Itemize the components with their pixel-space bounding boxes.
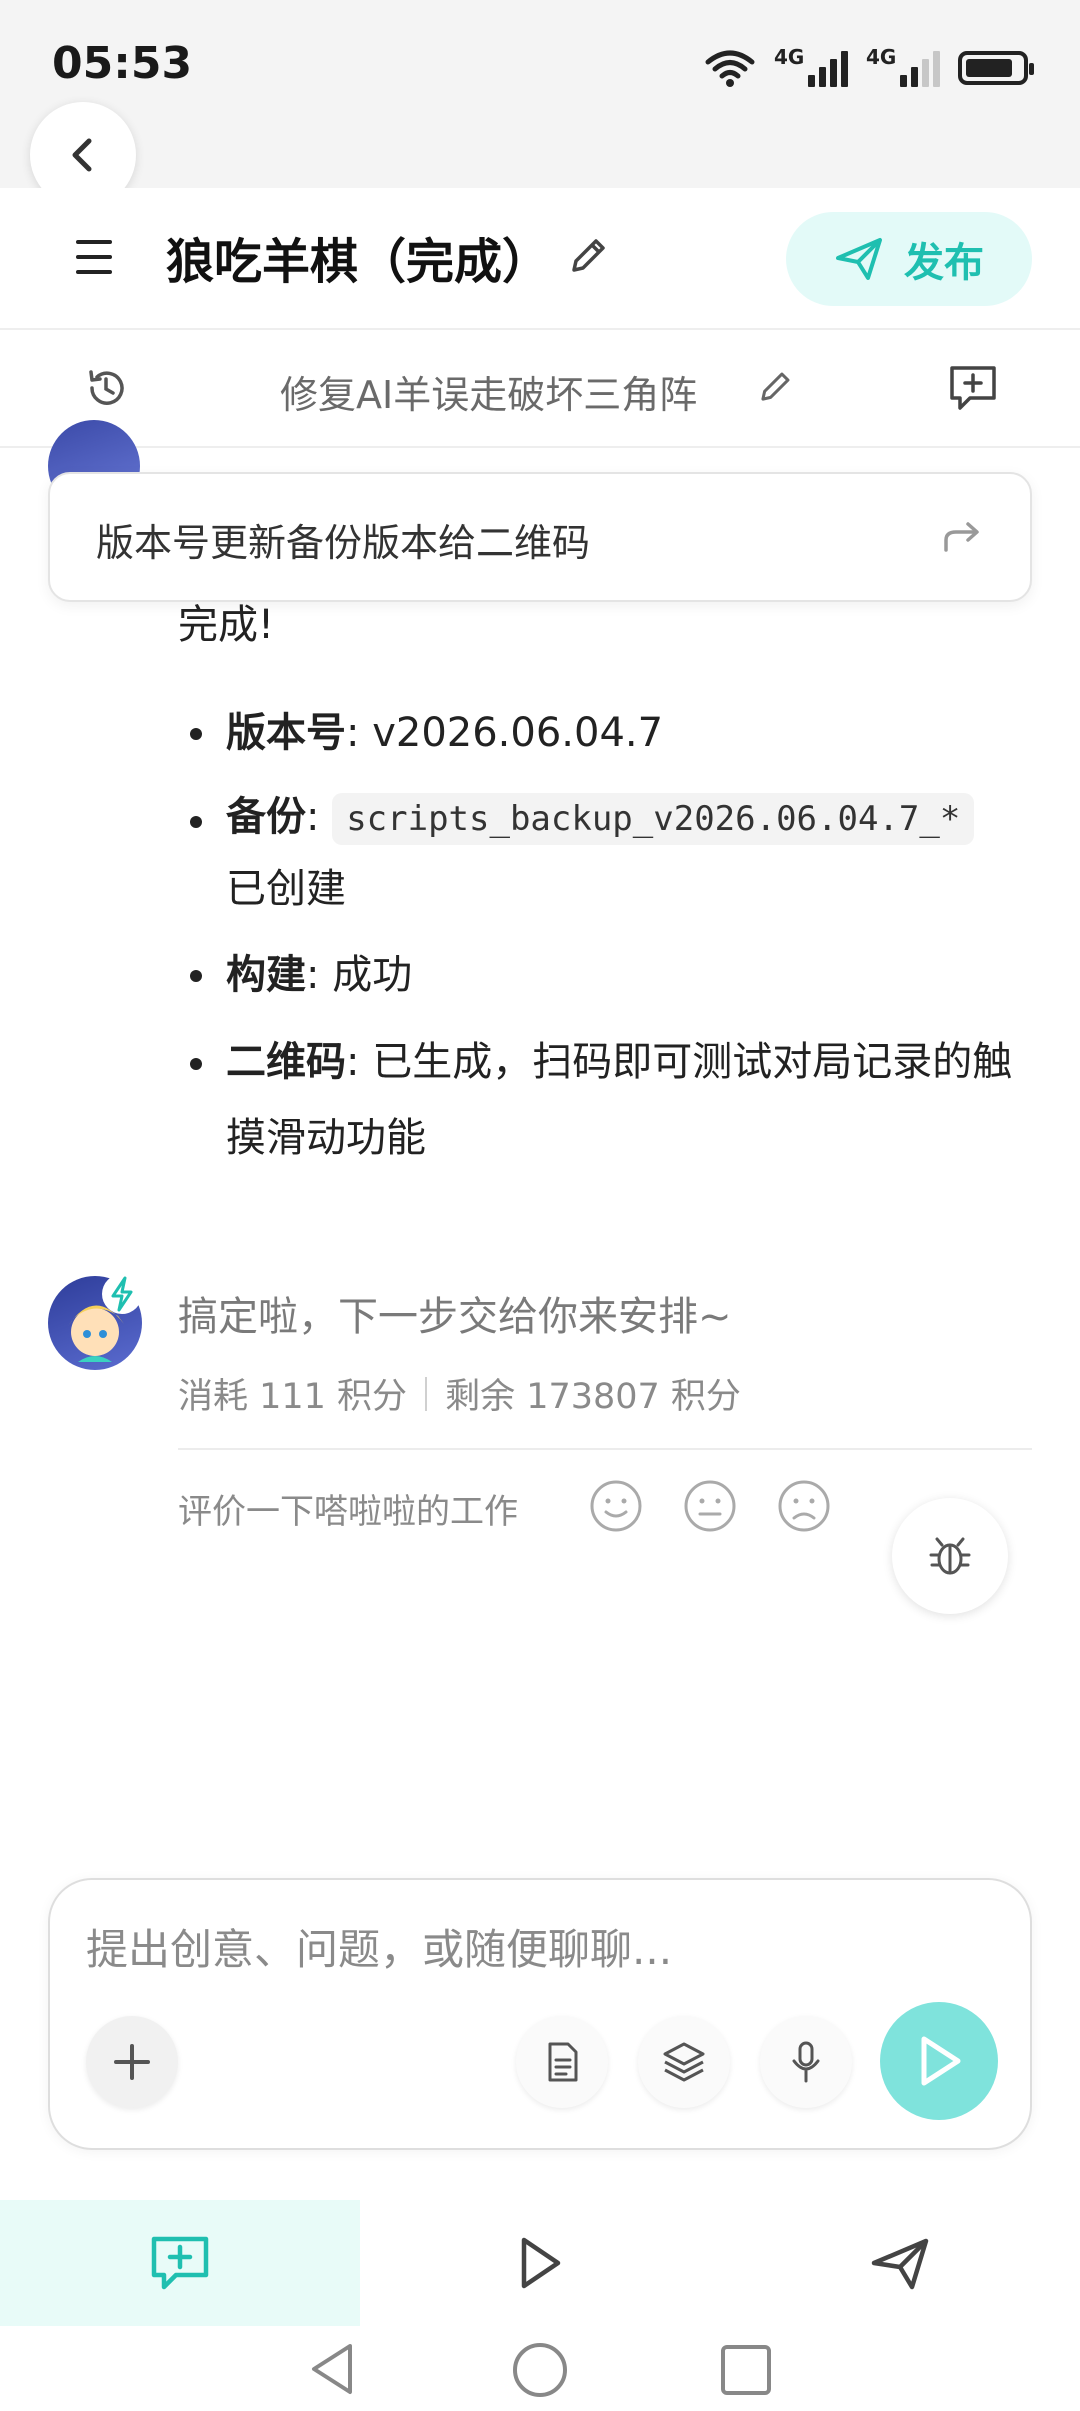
- message-list: 版本号: v2026.06.04.7 备份: scripts_backup_v2…: [178, 694, 1038, 1176]
- rating-label: 评价一下嗒啦啦的工作: [178, 1492, 518, 1532]
- pencil-icon[interactable]: [566, 234, 610, 278]
- tab-chat[interactable]: [0, 2200, 360, 2326]
- document-icon: [548, 2042, 578, 2082]
- item-value: : v2026.06.04.7: [346, 710, 664, 756]
- credit-remaining: 剩余 173807 积分: [445, 1377, 741, 1417]
- publish-label: 发布: [904, 240, 984, 286]
- add-attachment-button[interactable]: [86, 2016, 178, 2108]
- document-button[interactable]: [516, 2016, 608, 2108]
- send-plane-icon: [836, 238, 882, 280]
- signal-icon-2: 4G: [866, 45, 940, 87]
- credit-usage: 消耗 111 积分 剩余 173807 积分: [178, 1368, 741, 1419]
- wifi-icon: [705, 50, 755, 87]
- nav-home-icon[interactable]: [510, 2340, 570, 2400]
- play-icon: [921, 2036, 961, 2086]
- smile-icon[interactable]: [588, 1478, 644, 1534]
- nav-back-icon[interactable]: [304, 2340, 360, 2398]
- layers-button[interactable]: [638, 2016, 730, 2108]
- list-item: 版本号: v2026.06.04.7: [178, 694, 1038, 772]
- play-icon: [521, 2237, 561, 2289]
- item-sep: :: [306, 794, 333, 840]
- subheader: 修复AI羊误走破坏三角阵: [0, 330, 1080, 448]
- microphone-button[interactable]: [760, 2016, 852, 2108]
- battery-icon: [958, 51, 1034, 85]
- inline-code: scripts_backup_v2026.06.04.7_*: [332, 793, 975, 845]
- page-title: 狼吃羊棋（完成）: [166, 234, 551, 290]
- item-value: : 成功: [306, 952, 413, 998]
- prompt-card[interactable]: 版本号更新备份版本给二维码: [48, 472, 1032, 602]
- item-value: 已创建: [226, 866, 346, 912]
- tab-run[interactable]: [360, 2200, 720, 2326]
- item-key: 版本号: [226, 710, 346, 756]
- item-key: 构建: [226, 952, 306, 998]
- bug-icon: [929, 1537, 971, 1575]
- send-button[interactable]: [880, 2002, 998, 2120]
- tab-publish[interactable]: [720, 2200, 1080, 2326]
- signal-icon-1: 4G: [774, 45, 848, 87]
- layers-icon: [663, 2042, 705, 2082]
- menu-icon[interactable]: [76, 240, 112, 274]
- prompt-text: 版本号更新备份版本给二维码: [96, 521, 591, 565]
- status-time: 05:53: [52, 38, 193, 89]
- nav-recents-icon[interactable]: [718, 2342, 774, 2398]
- item-key: 二维码: [226, 1039, 346, 1085]
- list-item: 构建: 成功: [178, 936, 1038, 1014]
- share-arrow-icon[interactable]: [940, 516, 984, 556]
- status-bar: 05:53 4G 4G: [0, 0, 1080, 188]
- sad-face-icon[interactable]: [776, 1478, 832, 1534]
- publish-button[interactable]: 发布: [786, 212, 1032, 306]
- system-nav-bar: [0, 2326, 1080, 2411]
- header: 狼吃羊棋（完成） 发布: [0, 188, 1080, 330]
- history-icon[interactable]: [84, 366, 128, 410]
- send-plane-icon: [871, 2238, 929, 2290]
- add-comment-icon: [151, 2236, 209, 2290]
- list-item: 备份: scripts_backup_v2026.06.04.7_* 已创建: [178, 782, 1038, 924]
- separator: [425, 1376, 428, 1411]
- debug-button[interactable]: [892, 1498, 1008, 1614]
- chat-input[interactable]: 提出创意、问题，或随便聊聊...: [86, 1916, 672, 1977]
- chat-input-box: 提出创意、问题，或随便聊聊...: [48, 1878, 1032, 2150]
- pencil-icon[interactable]: [756, 368, 794, 406]
- back-icon: [72, 138, 92, 172]
- neutral-face-icon[interactable]: [682, 1478, 738, 1534]
- network-label-1: 4G: [774, 45, 805, 69]
- credit-cost: 消耗 111 积分: [178, 1377, 408, 1417]
- bottom-nav: [0, 2200, 1080, 2326]
- plus-icon: [114, 2044, 150, 2080]
- reply-text: 搞定啦，下一步交给你来安排~: [178, 1294, 732, 1340]
- item-key: 备份: [226, 794, 306, 840]
- microphone-icon: [792, 2041, 820, 2083]
- divider: [178, 1448, 1032, 1450]
- list-item: 二维码: 已生成，扫码即可测试对局记录的触摸滑动功能: [178, 1024, 1038, 1176]
- version-title: 修复AI羊误走破坏三角阵: [280, 373, 698, 417]
- message-heading: 完成!: [178, 602, 275, 648]
- status-icons: 4G 4G: [704, 44, 1034, 92]
- add-comment-icon[interactable]: [946, 362, 1000, 414]
- bolt-icon: [102, 1274, 142, 1314]
- network-label-2: 4G: [866, 45, 897, 69]
